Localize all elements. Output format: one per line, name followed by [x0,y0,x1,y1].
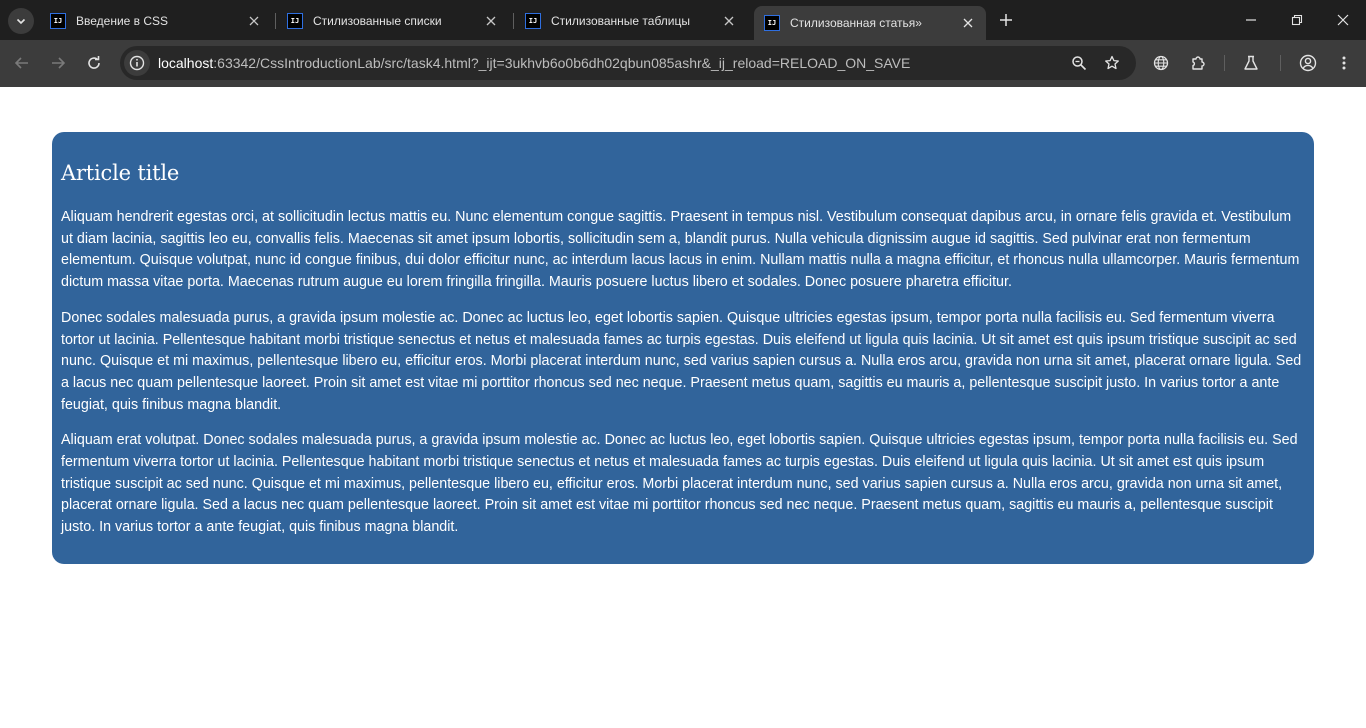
minimize-icon [1246,19,1256,21]
reload-button[interactable] [80,49,108,77]
zoom-icon [1072,56,1087,71]
toolbar-separator [1224,55,1225,71]
browser-toolbar: localhost:63342/CssIntroductionLab/src/t… [0,40,1366,87]
restore-icon [1291,14,1303,26]
url-text: localhost:63342/CssIntroductionLab/src/t… [158,55,910,71]
toolbar-separator [1280,55,1281,71]
zoom-button[interactable] [1066,50,1092,76]
labs-flask-icon [1244,55,1258,70]
close-icon [724,16,734,26]
restore-button[interactable] [1274,0,1320,40]
bookmark-button[interactable] [1099,50,1125,76]
tab-close-button[interactable] [958,13,978,33]
tab-search-button[interactable] [8,8,34,34]
tab-separator [513,13,514,29]
profile-icon [1299,54,1317,72]
extensions-button[interactable] [1184,49,1212,77]
forward-arrow-icon [52,57,66,69]
chevron-down-icon [16,18,26,25]
site-info-icon [129,55,145,71]
tab-title: Введение в CSS [76,14,169,28]
bookmark-star-icon [1105,55,1119,70]
tab-strip: IJ Введение в CSS IJ Стилизованные списк… [0,0,1366,40]
tab-title: Стилизованные списки [313,14,442,28]
site-info-button[interactable] [124,50,150,76]
labs-button[interactable] [1237,49,1265,77]
profile-button[interactable] [1294,49,1322,77]
tab-styled-tables[interactable]: IJ Стилизованные таблицы [515,6,747,36]
close-icon [249,16,259,26]
new-tab-plus-icon [1000,14,1012,26]
new-tab-button[interactable] [994,8,1018,32]
address-bar[interactable]: localhost:63342/CssIntroductionLab/src/t… [120,46,1136,80]
intellij-favicon-icon: IJ [764,15,780,31]
minimize-button[interactable] [1228,0,1274,40]
url-host: localhost [158,55,214,71]
intellij-favicon-icon: IJ [525,13,541,29]
tab-title: Стилизованная статья» [790,16,922,30]
forward-button[interactable] [44,49,72,77]
article-paragraph-1: Aliquam hendrerit egestas orci, at solli… [61,209,1300,291]
reload-icon [88,56,100,69]
translate-icon [1153,55,1169,71]
back-arrow-icon [14,57,28,69]
close-icon [486,16,496,26]
tab-close-button[interactable] [244,11,264,31]
tab-intro-css[interactable]: IJ Введение в CSS [40,6,272,36]
menu-kebab-icon [1342,56,1346,70]
intellij-favicon-icon: IJ [50,13,66,29]
article-card: Article title Aliquam hendrerit egestas … [52,132,1314,564]
intellij-favicon-icon: IJ [287,13,303,29]
tab-styled-lists[interactable]: IJ Стилизованные списки [277,6,509,36]
article-paragraph-2: Donec sodales malesuada purus, a gravida… [61,309,1302,413]
tab-close-button[interactable] [719,11,739,31]
tab-title: Стилизованные таблицы [551,14,690,28]
tab-styled-article[interactable]: IJ Стилизованная статья» [754,6,986,40]
back-button[interactable] [8,49,36,77]
tab-close-button[interactable] [481,11,501,31]
close-icon [1337,14,1349,26]
extensions-icon [1192,56,1205,70]
menu-button[interactable] [1330,49,1358,77]
tab-separator [275,13,276,29]
window-close-button[interactable] [1320,0,1366,40]
translate-button[interactable] [1147,49,1175,77]
url-path: :63342/CssIntroductionLab/src/task4.html… [213,55,911,71]
close-icon [963,18,973,28]
article-title: Article title [61,161,180,185]
article-paragraph-3: Aliquam erat volutpat. Donec sodales mal… [61,432,1298,536]
